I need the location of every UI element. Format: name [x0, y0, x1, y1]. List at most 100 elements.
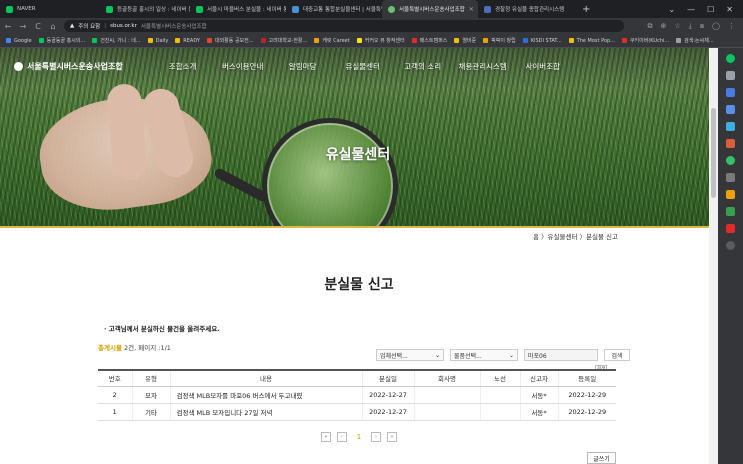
note-sidebar-icon[interactable] [726, 173, 735, 182]
zoom-icon[interactable]: ⊕ [660, 22, 666, 31]
close-window-icon[interactable]: ✕ [726, 5, 733, 14]
divider: | [104, 23, 107, 29]
menu-item-bus-guide[interactable]: 버스이용안내 [213, 61, 273, 72]
bookmark-label: 등골등골 홍시의... [46, 38, 86, 44]
logo-icon [14, 61, 23, 71]
translate-sidebar-icon[interactable] [726, 122, 735, 131]
forward-arrow-icon[interactable]: → [19, 22, 27, 31]
bookmark-item[interactable]: 건진씨, 가니 : 네... [92, 37, 141, 44]
bookmark-label: 검색:논씨체... [684, 38, 714, 44]
menu-item-cyber[interactable]: 사이버조합 [513, 61, 573, 72]
menu-item-about[interactable]: 조합소개 [153, 61, 213, 72]
page-title: 분실물 신고 [324, 277, 394, 293]
site-icon [621, 38, 627, 43]
keyword-input[interactable]: 마포06 [524, 349, 598, 361]
cell-content-link[interactable]: 검정색 MLB모자를 마포06 버스에서 두고내렸 [169, 386, 362, 404]
bookmark-item[interactable]: 쿠키이버(KUchi... [621, 37, 669, 44]
table-row[interactable]: 1 기타 검정색 MLB 모자입니다 27일 저녁 2022-12-27 서동*… [98, 403, 616, 421]
folder-icon [454, 38, 460, 43]
bookmark-item[interactable]: 커커오 뷰 창작센터 [356, 37, 405, 44]
orange-sidebar-icon[interactable] [726, 190, 735, 199]
bookmark-item[interactable]: KISDI STAT... [522, 38, 562, 44]
bookmark-item[interactable]: 열비쥰 [454, 37, 476, 44]
company-select[interactable]: 업체선택... ⌄ [376, 349, 444, 361]
tab-sbus[interactable]: 서울특별시버스운송사업조합 ✕ [382, 0, 478, 18]
browser-toolbar: ← → C ⌂ ▲ 주의 요함 | sbus.or.kr 서울특별시버스운송사업… [0, 18, 743, 34]
col-header: 신고자 [519, 369, 558, 387]
reload-icon[interactable]: C [34, 22, 42, 31]
bookmark-item[interactable]: 캐릿 Careet [314, 37, 350, 44]
tab-blog[interactable]: 등골등골 홍시의 일상 : 네이버 블로그 [100, 0, 190, 18]
col-header: 회사명 [413, 369, 480, 387]
prev-page-button[interactable]: ‹ [337, 432, 347, 442]
google-icon [6, 38, 11, 43]
main-navigation: 서울특별시버스운송사업조합 조합소개 버스이용안내 알림마당 유실물센터 고객의… [0, 48, 718, 84]
menu-item-recruitment[interactable]: 채용관리시스템 [453, 61, 513, 72]
new-tab-button[interactable]: + [574, 4, 598, 15]
add-sidebar-icon[interactable] [726, 241, 735, 250]
bookmark-item[interactable]: 고려대학교-한활... [260, 37, 307, 44]
write-button[interactable]: 글쓰기 [587, 452, 616, 464]
map-sidebar-icon[interactable] [726, 139, 735, 148]
profile-icon[interactable]: ◯ [712, 22, 720, 31]
calendar-sidebar-icon[interactable] [726, 105, 735, 114]
cell-content-link[interactable]: 검정색 MLB 모자입니다 27일 저녁 [169, 403, 362, 421]
translate-icon[interactable]: ⧉ [647, 22, 652, 31]
back-arrow-icon[interactable]: ← [4, 22, 12, 31]
col-header: 내용 [169, 369, 362, 387]
bookmark-item[interactable]: Daily [147, 38, 168, 44]
cell-lost-date: 2022-12-27 [361, 403, 414, 421]
url-page-title: 서울특별시버스운송사업조합 [140, 24, 207, 30]
site-icon [483, 38, 489, 43]
scrollbar-thumb[interactable] [711, 108, 716, 198]
naver-sidebar-icon[interactable] [726, 54, 735, 63]
tab-label: 등골등골 홍시의 일상 : 네이버 블로그 [117, 7, 190, 13]
menu-item-lost-found[interactable]: 유실물센터 [333, 61, 393, 72]
close-tab-icon[interactable]: ✕ [469, 6, 474, 13]
menu-dots-icon[interactable]: ⋮ [728, 22, 735, 31]
bookmark-sidebar-icon[interactable] [726, 71, 735, 80]
bookmark-item[interactable]: 패스트캠퍼스 [411, 37, 447, 44]
tab-lost-center[interactable]: 대중교통 통합분실물센터 | 서울특별 [286, 0, 382, 18]
first-page-button[interactable]: « [321, 432, 331, 442]
bookmark-item[interactable]: The Most Pop... [568, 38, 615, 44]
menu-item-notice[interactable]: 알림마당 [273, 61, 333, 72]
site-icon [411, 38, 417, 43]
home-icon[interactable]: ⌂ [49, 22, 57, 31]
minimize-icon[interactable]: — [687, 5, 695, 14]
address-bar[interactable]: ▲ 주의 요함 | sbus.or.kr 서울특별시버스운송사업조합 [64, 20, 624, 32]
menu-item-customer-voice[interactable]: 고객의 소리 [393, 61, 453, 72]
bookmark-label: 캐릿 Careet [322, 38, 350, 44]
bookmark-item[interactable]: 등골등골 홍시의... [38, 37, 86, 44]
green-sidebar-icon[interactable] [726, 156, 735, 165]
maximize-icon[interactable]: ☐ [707, 5, 714, 14]
bookmark-item[interactable]: READY [175, 38, 200, 44]
company-select-value: 업체선택... [380, 352, 408, 360]
tab-police[interactable]: 경찰청 유실물 종합관리시스템 [478, 0, 574, 18]
extensions-icon[interactable]: ⧈ [700, 22, 704, 31]
page-scrollbar[interactable] [709, 48, 718, 464]
breadcrumb[interactable]: 홈 〉유실물센터 〉분실물 신고 [533, 231, 618, 241]
bookmark-item[interactable]: Google [6, 38, 32, 44]
tab-search[interactable]: 서울시 마을버스 분실물 : 네이버 통 [190, 0, 286, 18]
bookmark-item[interactable]: 검색:논씨체... [676, 37, 714, 44]
bookmark-item[interactable]: 대외활동 공모전... [206, 37, 254, 44]
table-row[interactable]: 2 모자 검정색 MLB모자를 마포06 버스에서 두고내렸 2022-12-2… [98, 386, 616, 404]
green-app-sidebar-icon[interactable] [726, 207, 735, 216]
current-page[interactable]: 1 [353, 432, 365, 442]
next-page-button[interactable]: › [371, 432, 381, 442]
download-icon[interactable]: ⤓ [689, 22, 692, 31]
tab-naver[interactable]: NAVER [0, 0, 100, 18]
tab-search-icon[interactable]: ⌄ [668, 5, 675, 14]
site-logo[interactable]: 서울특별시버스운송사업조합 [14, 61, 123, 72]
item-select[interactable]: 물품선택... ⌄ [450, 349, 518, 361]
mail-sidebar-icon[interactable] [726, 88, 735, 97]
last-page-button[interactable]: » [387, 432, 397, 442]
bookmark-star-icon[interactable]: ☆ [674, 22, 680, 31]
count-value: 2건 [124, 344, 135, 352]
red-app-sidebar-icon[interactable] [726, 224, 735, 233]
magnifier-lens [262, 118, 398, 226]
naver-icon [92, 38, 98, 43]
bookmark-item[interactable]: 픽픽이 창립 [483, 37, 516, 44]
search-button[interactable]: 검색 [604, 349, 630, 361]
